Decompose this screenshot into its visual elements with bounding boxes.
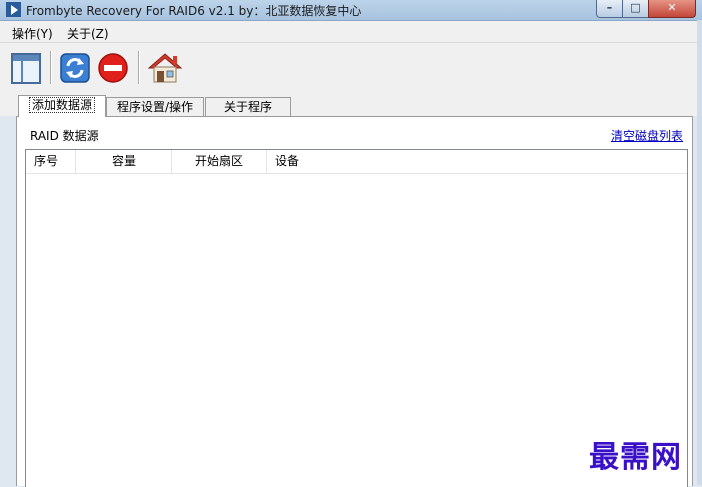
toolbar	[0, 43, 702, 91]
tab-label: 程序设置/操作	[116, 100, 194, 114]
tab-add-data-source[interactable]: 添加数据源	[18, 95, 106, 117]
disk-list-header: 序号 容量 开始扇区 设备	[26, 150, 687, 174]
close-button[interactable]: ✕	[648, 0, 696, 18]
minimize-button[interactable]: –	[596, 0, 623, 18]
window-title: Frombyte Recovery For RAID6 v2.1 by：北亚数据…	[26, 4, 362, 18]
stop-icon	[98, 53, 128, 83]
clear-disk-list-link[interactable]: 清空磁盘列表	[611, 127, 683, 144]
toolbar-separator	[50, 51, 52, 84]
tab-strip: 添加数据源 程序设置/操作 关于程序	[0, 91, 702, 117]
menu-bar: 操作(Y) 关于(Z)	[0, 21, 702, 43]
title-bar[interactable]: Frombyte Recovery For RAID6 v2.1 by：北亚数据…	[0, 0, 702, 21]
tab-about-program[interactable]: 关于程序	[205, 97, 291, 116]
refresh-button[interactable]	[58, 51, 92, 85]
maximize-icon: □	[630, 1, 641, 14]
stop-button[interactable]	[96, 51, 130, 85]
column-header-capacity[interactable]: 容量	[76, 150, 172, 173]
menu-operation[interactable]: 操作(Y)	[12, 25, 53, 42]
tab-program-settings[interactable]: 程序设置/操作	[106, 97, 204, 116]
raid-source-label: RAID 数据源	[30, 129, 99, 143]
menu-about[interactable]: 关于(Z)	[67, 25, 109, 42]
view-layout-icon	[11, 53, 41, 84]
watermark: 最需网	[589, 440, 682, 475]
close-icon: ✕	[667, 1, 677, 14]
maximize-button[interactable]: □	[622, 0, 649, 18]
tab-label: 关于程序	[223, 100, 272, 114]
toolbar-separator	[138, 51, 140, 84]
column-header-start-sector[interactable]: 开始扇区	[172, 150, 267, 173]
minimize-icon: –	[606, 1, 613, 14]
view-layout-button[interactable]	[8, 51, 42, 85]
column-header-device[interactable]: 设备	[267, 150, 687, 173]
column-header-index[interactable]: 序号	[26, 150, 76, 173]
home-button[interactable]	[146, 51, 183, 85]
tab-label: 添加数据源	[28, 97, 95, 113]
data-source-panel: RAID 数据源 清空磁盘列表 序号 容量 开始扇区 设备	[16, 116, 693, 487]
window-frame-right	[697, 20, 702, 485]
refresh-icon	[60, 53, 90, 83]
home-icon	[147, 53, 183, 83]
app-icon	[6, 2, 21, 17]
